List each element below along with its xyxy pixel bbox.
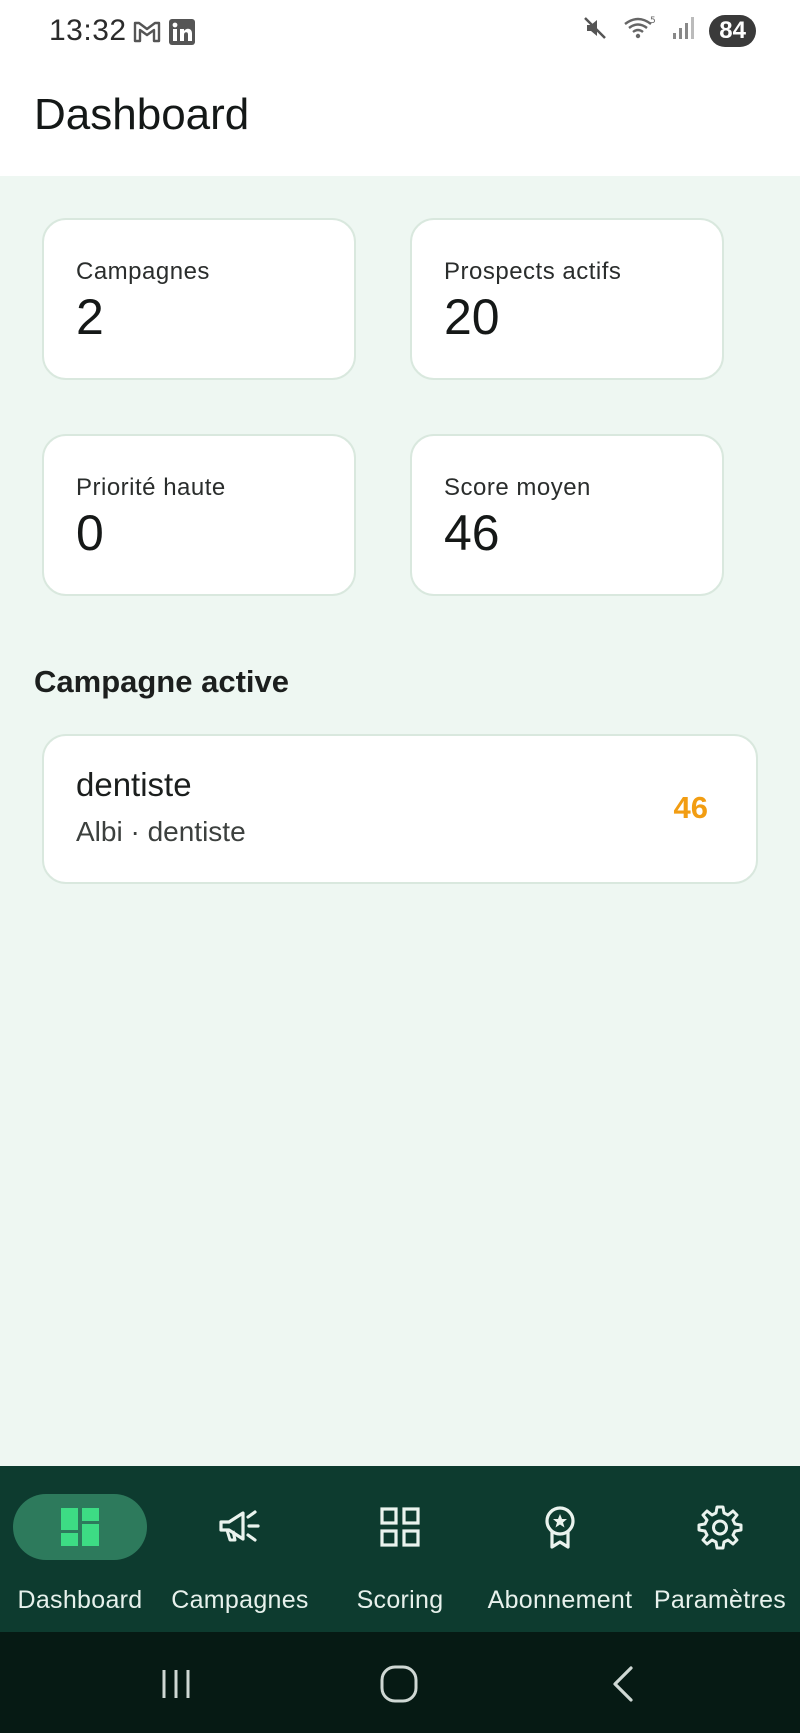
nav-label: Scoring (356, 1586, 444, 1614)
campaign-subtitle: Albi · dentiste (76, 816, 246, 847)
nav-item-parametres[interactable]: Paramètres (640, 1466, 800, 1632)
nav-label: Paramètres (653, 1586, 787, 1614)
gear-icon (695, 1502, 745, 1552)
dashboard-content: Campagnes 2 Prospects actifs 20 Priorité… (0, 176, 800, 1466)
gmail-icon (132, 19, 162, 50)
stat-card-campagnes[interactable]: Campagnes 2 (42, 218, 356, 380)
stat-value: 0 (76, 505, 104, 561)
nav-item-abonnement[interactable]: Abonnement (480, 1466, 640, 1632)
stat-card-priorite-haute[interactable]: Priorité haute 0 (42, 434, 356, 596)
bottom-navigation: Dashboard Campagnes Scoring Abonnement P… (0, 1466, 800, 1632)
stat-label: Priorité haute (76, 474, 226, 501)
page-title: Dashboard (34, 90, 250, 139)
back-icon[interactable] (596, 1656, 652, 1712)
stat-value: 46 (444, 505, 500, 561)
nav-label: Campagnes (171, 1586, 309, 1614)
section-title-campagne-active: Campagne active (34, 664, 289, 699)
dashboard-icon (55, 1502, 105, 1552)
stat-value: 20 (444, 289, 500, 345)
svg-text:5: 5 (650, 16, 656, 26)
megaphone-icon (215, 1502, 265, 1552)
home-icon[interactable] (371, 1656, 427, 1712)
campaign-name: dentiste (76, 766, 192, 803)
stat-card-prospects-actifs[interactable]: Prospects actifs 20 (410, 218, 724, 380)
linkedin-icon (168, 18, 196, 51)
status-time: 13:32 (49, 14, 127, 47)
nav-item-dashboard[interactable]: Dashboard (0, 1466, 160, 1632)
nav-item-campagnes[interactable]: Campagnes (160, 1466, 320, 1632)
stat-card-score-moyen[interactable]: Score moyen 46 (410, 434, 724, 596)
stat-value: 2 (76, 289, 104, 345)
status-right-icons: 5 84 (581, 14, 756, 47)
campaign-score: 46 (673, 790, 708, 825)
status-left-icons (132, 18, 196, 51)
stat-label: Score moyen (444, 474, 591, 501)
mute-icon (581, 14, 609, 47)
grid-icon (375, 1502, 425, 1552)
stat-label: Prospects actifs (444, 258, 622, 285)
wifi-icon: 5 (623, 14, 657, 47)
recent-apps-icon[interactable] (148, 1656, 204, 1712)
status-bar: 13:32 5 84 (0, 0, 800, 64)
nav-item-scoring[interactable]: Scoring (320, 1466, 480, 1632)
battery-indicator: 84 (709, 14, 756, 47)
nav-label: Abonnement (487, 1586, 633, 1614)
signal-icon (671, 15, 695, 46)
system-navigation-bar (0, 1632, 800, 1733)
nav-label: Dashboard (17, 1586, 143, 1614)
app-bar: Dashboard (0, 64, 800, 176)
stat-label: Campagnes (76, 258, 210, 285)
award-icon (535, 1502, 585, 1552)
active-campaign-card[interactable]: dentiste Albi · dentiste 46 (42, 734, 758, 884)
